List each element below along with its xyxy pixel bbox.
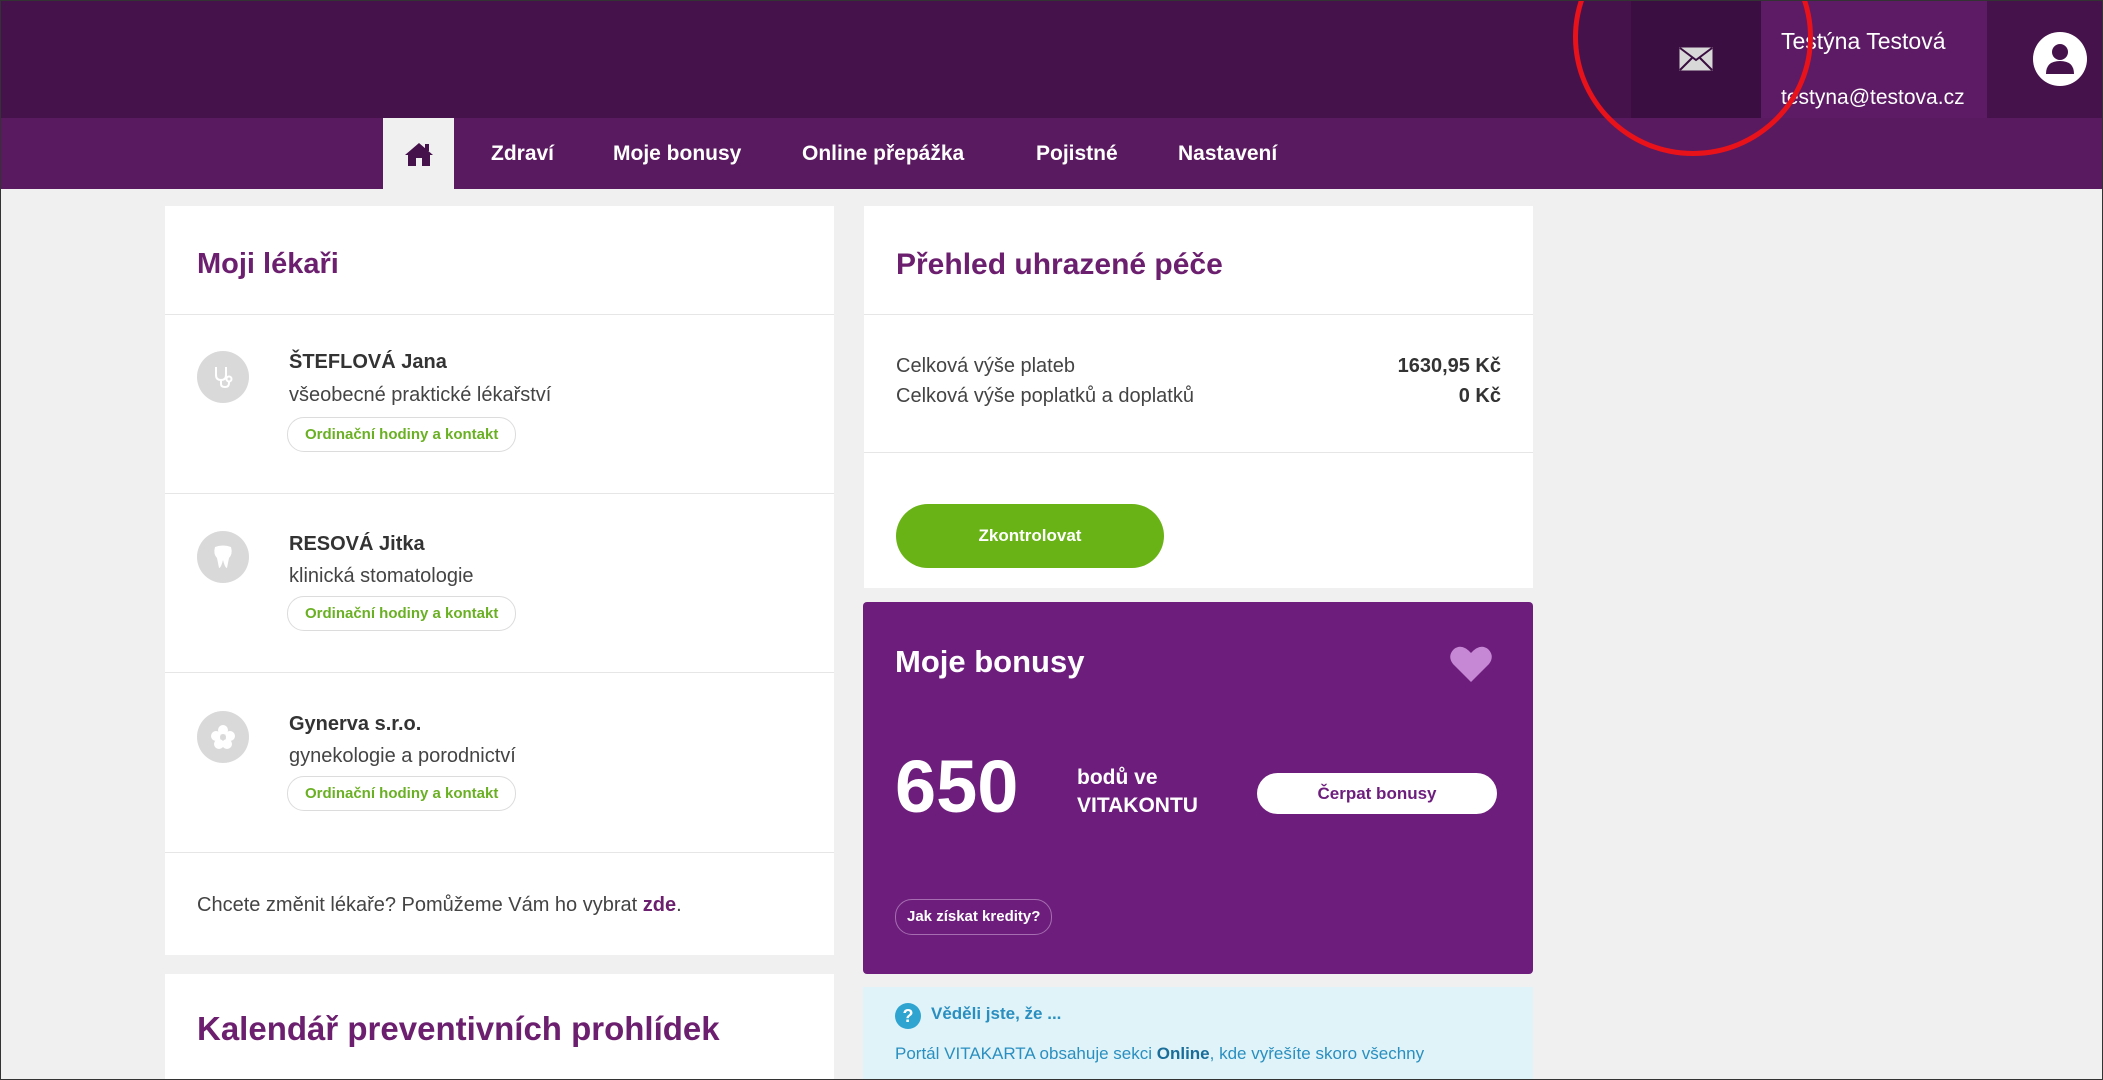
doctor-specialty: všeobecné praktické lékařství — [289, 384, 552, 406]
card-title: Moje bonusy — [895, 644, 1085, 679]
doctor-contact-link[interactable]: Ordinační hodiny a kontakt — [287, 596, 517, 631]
avatar-button[interactable] — [2033, 32, 2087, 86]
bonus-points: 650 — [895, 745, 1019, 828]
question-icon: ? — [895, 1003, 921, 1029]
bonus-points-label: bodů ve VITAKONTU — [1077, 766, 1198, 817]
payments-total-label: Celková výše plateb — [896, 355, 1075, 377]
heart-icon — [1450, 646, 1492, 682]
doctor-specialty: gynekologie a porodnictví — [289, 745, 516, 767]
user-menu[interactable]: Testýna Testová testyna@testova.cz — [1761, 0, 1987, 132]
nav-pojistne[interactable]: Pojistné — [1036, 118, 1118, 189]
flower-icon — [197, 711, 249, 763]
change-doctor-text: Chcete změnit lékaře? Pomůžeme Vám ho vy… — [197, 894, 682, 916]
bonus-card: Moje bonusy 650 bodů ve VITAKONTU Čerpat… — [863, 602, 1533, 974]
nav-nastaveni[interactable]: Nastavení — [1178, 118, 1277, 189]
envelope-icon — [1679, 47, 1713, 71]
user-email: testyna@testova.cz — [1781, 86, 1965, 109]
nav-zdravi[interactable]: Zdraví — [491, 118, 554, 189]
doctor-specialty: klinická stomatologie — [289, 565, 474, 587]
info-title: Věděli jste, že ... — [931, 1004, 1062, 1023]
check-button[interactable]: Zkontrolovat — [896, 504, 1164, 568]
tooth-icon — [197, 531, 249, 583]
payments-card: Přehled uhrazené péče Celková výše plate… — [864, 206, 1533, 588]
doctor-contact-link[interactable]: Ordinační hodiny a kontakt — [287, 776, 517, 811]
fees-total-value: 0 Kč — [1458, 385, 1501, 407]
stethoscope-icon — [197, 351, 249, 403]
info-text: Portál VITAKARTA obsahuje sekci Online, … — [895, 1044, 1425, 1063]
fees-total-label: Celková výše poplatků a doplatků — [896, 385, 1194, 407]
doctor-name: RESOVÁ Jitka — [289, 533, 425, 555]
how-to-earn-link[interactable]: Jak získat kredity? — [895, 899, 1053, 935]
payments-total-value: 1630,95 Kč — [1397, 355, 1501, 377]
doctor-name: ŠTEFLOVÁ Jana — [289, 351, 447, 373]
doctor-contact-link[interactable]: Ordinační hodiny a kontakt — [287, 417, 517, 452]
nav-home[interactable] — [383, 118, 454, 189]
calendar-card: Kalendář preventivních prohlídek — [165, 974, 834, 1080]
card-title: Moji lékaři — [197, 248, 339, 280]
nav-moje-bonusy[interactable]: Moje bonusy — [613, 118, 741, 189]
doctor-name: Gynerva s.r.o. — [289, 713, 422, 735]
card-title: Kalendář preventivních prohlídek — [197, 1010, 720, 1047]
redeem-bonus-button[interactable]: Čerpat bonusy — [1257, 773, 1497, 814]
card-title: Přehled uhrazené péče — [896, 248, 1223, 281]
online-link[interactable]: Online — [1157, 1044, 1210, 1063]
messages-button[interactable] — [1631, 0, 1761, 118]
nav-online-prepazka[interactable]: Online přepážka — [802, 118, 964, 189]
doctors-card: Moji lékaři ŠTEFLOVÁ Jana všeobecné prak… — [165, 206, 834, 955]
change-doctor-link[interactable]: zde — [643, 894, 676, 916]
user-icon — [2046, 44, 2074, 74]
home-icon — [404, 142, 433, 166]
user-name: Testýna Testová — [1781, 28, 1946, 54]
info-card: ? Věděli jste, že ... Portál VITAKARTA o… — [863, 987, 1533, 1080]
